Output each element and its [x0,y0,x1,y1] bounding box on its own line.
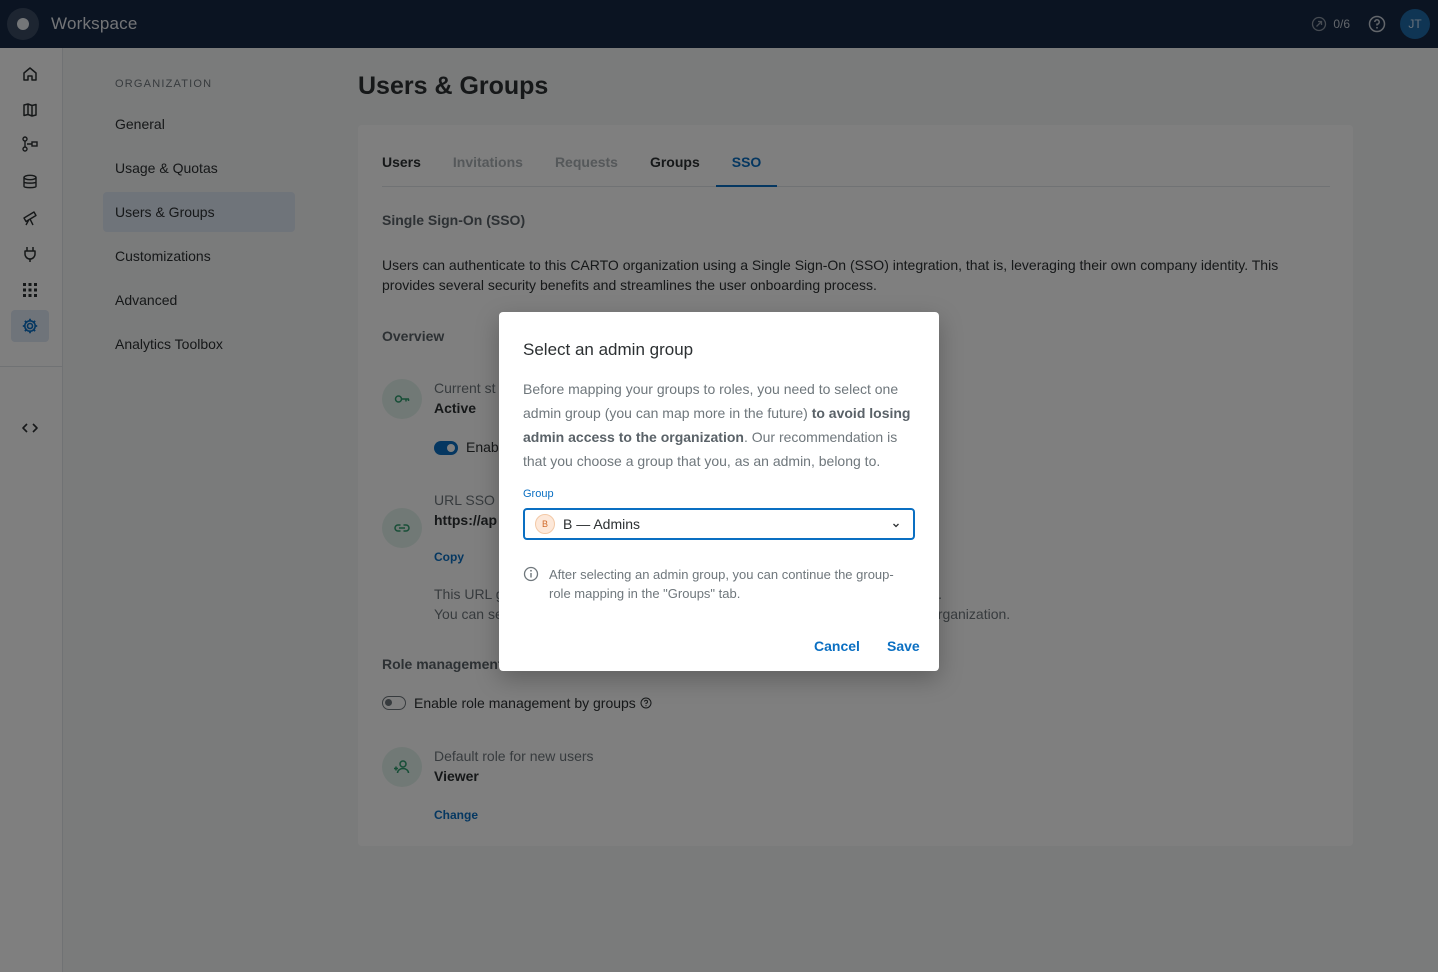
group-initial-badge: B [535,514,555,534]
info-text: After selecting an admin group, you can … [549,567,894,601]
info-icon [523,566,539,582]
dialog-title: Select an admin group [523,340,694,359]
cancel-button[interactable]: Cancel [814,638,860,654]
dialog-body: Before mapping your groups to roles, you… [523,377,919,473]
info-note: After selecting an admin group, you can … [523,565,909,603]
save-button[interactable]: Save [887,638,920,654]
group-select[interactable]: B B — Admins [523,508,915,540]
admin-group-dialog: Select an admin group Before mapping you… [499,312,939,671]
chevron-down-icon [893,523,899,528]
group-field-label: Group [523,488,554,500]
group-select-value: B — Admins [563,516,641,532]
